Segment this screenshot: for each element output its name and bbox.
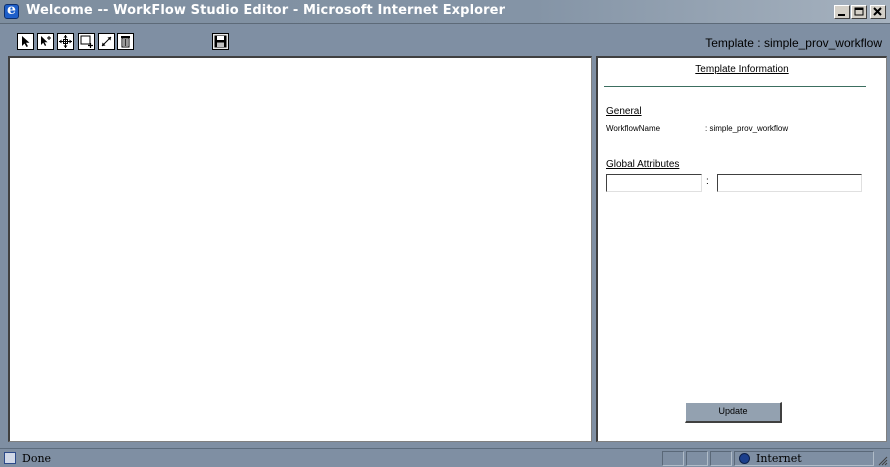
workflow-canvas[interactable] [8,56,592,442]
status-cell-progress [662,451,684,466]
global-attributes-label: Global Attributes [606,159,680,170]
status-cell-extra [710,451,732,466]
workflow-name-key: WorkflowName [606,124,661,133]
title-bar[interactable]: Welcome -- WorkFlow Studio Editor - Micr… [0,0,890,24]
maximize-icon[interactable] [851,5,867,19]
editor-toolbar: Template : simple_prov_workflow [0,30,890,54]
status-cell-secure [686,451,708,466]
template-info-panel: Template Information General WorkflowNam… [596,56,887,442]
close-icon[interactable] [870,5,886,19]
workflow-name-value: : simple_prov_workflow [705,124,789,133]
general-section-label: General [606,106,642,117]
window-title: Welcome -- WorkFlow Studio Editor - Micr… [26,3,506,18]
page-done-icon [4,452,16,464]
zone-label: Internet [756,452,802,465]
move-icon[interactable] [57,33,74,50]
attribute-value-input[interactable] [717,174,862,192]
template-name-label: Template : simple_prov_workflow [705,36,882,50]
ie-icon [4,2,19,19]
status-bar: Done Internet [0,448,890,467]
add-node-icon[interactable] [78,33,95,50]
add-pointer-icon[interactable] [37,33,54,50]
save-floppy-icon[interactable] [212,33,229,50]
resize-grip-icon[interactable] [876,454,888,466]
panel-divider [604,86,866,87]
status-text: Done [22,452,52,465]
select-pointer-icon[interactable] [17,33,34,50]
globe-icon [739,453,750,464]
connect-icon[interactable] [98,33,115,50]
panel-title: Template Information [695,64,789,75]
attribute-key-input[interactable] [606,174,702,192]
security-zone[interactable]: Internet [734,451,874,466]
delete-trash-icon[interactable] [117,33,134,50]
minimize-icon[interactable] [834,5,850,19]
attribute-separator: : [706,176,709,187]
update-button[interactable]: Update [685,402,782,423]
